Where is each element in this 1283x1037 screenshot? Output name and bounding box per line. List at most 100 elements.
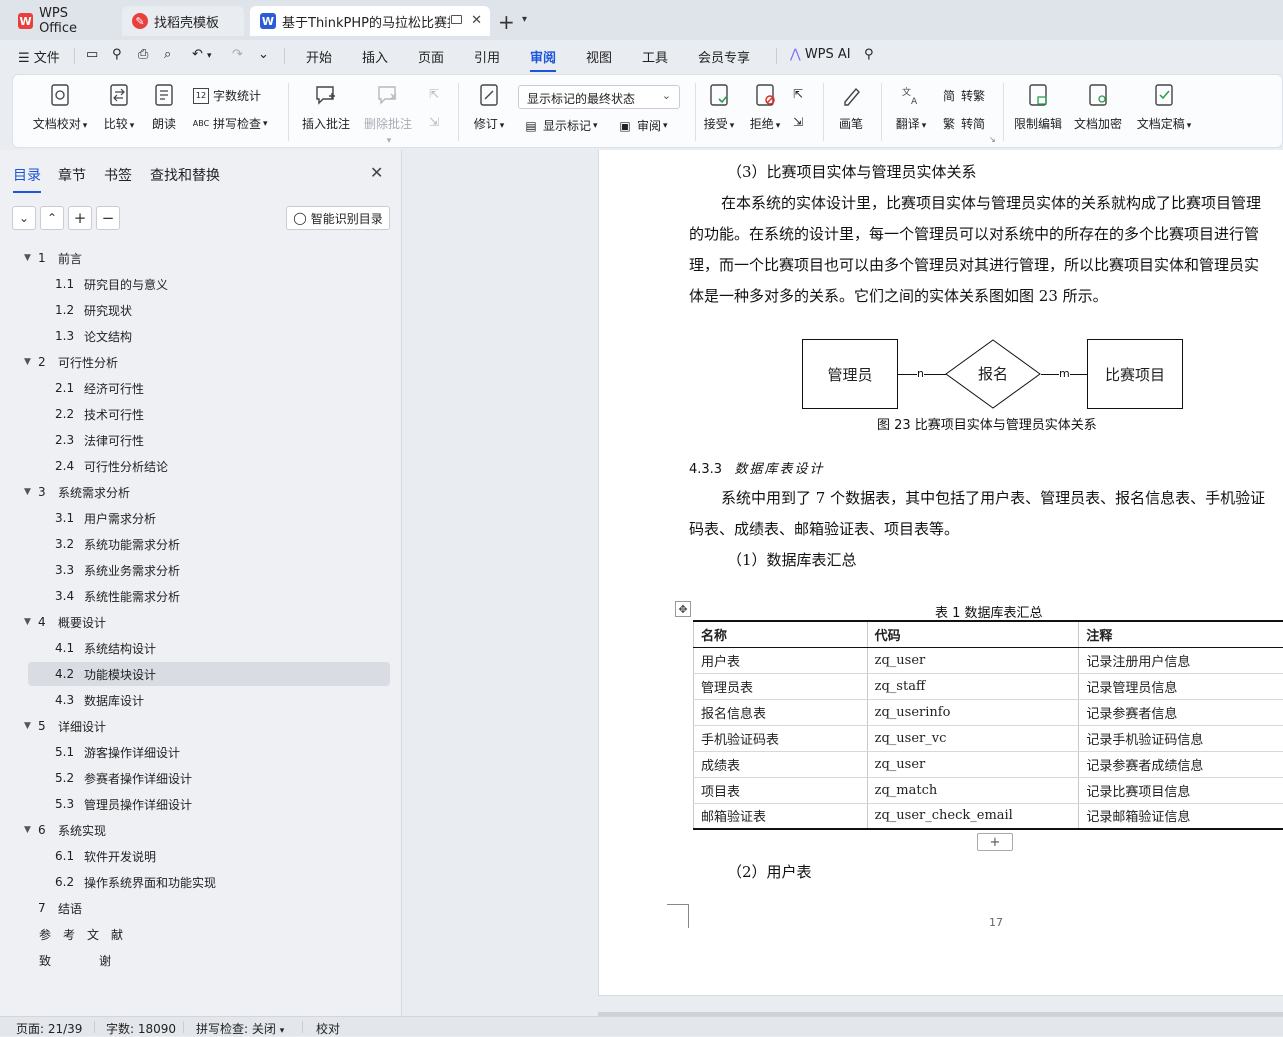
- toc-item[interactable]: 4.2功能模块设计: [28, 662, 390, 686]
- tab-bookmarks[interactable]: 书签: [104, 165, 132, 185]
- table-row[interactable]: 手机验证码表zq_user_vc记录手机验证码信息: [694, 725, 1283, 751]
- table-cell[interactable]: zq_user: [867, 751, 1079, 777]
- table-cell[interactable]: 报名信息表: [694, 699, 868, 725]
- collapse-up-button[interactable]: ⌃: [40, 206, 64, 230]
- toc-item[interactable]: 2.2技术可行性: [28, 402, 390, 426]
- table-cell[interactable]: 成绩表: [694, 751, 868, 777]
- tab-sections[interactable]: 章节: [58, 165, 86, 185]
- table-cell[interactable]: 邮箱验证表: [694, 803, 868, 829]
- toc-item[interactable]: 3.1用户需求分析: [28, 506, 390, 530]
- next-comment-icon[interactable]: ⇲: [429, 115, 439, 129]
- toc-item[interactable]: ▼2可行性分析: [28, 350, 390, 374]
- doc-check-button[interactable]: 文档校对▾: [29, 83, 91, 132]
- toc-item[interactable]: 6.2操作系统界面和功能实现: [28, 870, 390, 894]
- chevron-down-icon[interactable]: ▾: [522, 14, 527, 25]
- previous-change-icon[interactable]: ⇱: [793, 87, 803, 101]
- table-cell[interactable]: 记录参赛者成绩信息: [1079, 751, 1283, 777]
- table-cell[interactable]: zq_user_vc: [867, 725, 1079, 751]
- print-icon[interactable]: ⎙: [138, 47, 148, 62]
- toc-item[interactable]: ▼5详细设计: [28, 714, 390, 738]
- menu-view[interactable]: 视图: [586, 47, 612, 66]
- toc-item[interactable]: 3.4系统性能需求分析: [28, 584, 390, 608]
- tab-current-document[interactable]: W 基于ThinkPHP的马拉松比赛报 ✕: [250, 6, 490, 36]
- table-cell[interactable]: 记录邮箱验证信息: [1079, 803, 1283, 829]
- menu-review[interactable]: 审阅: [530, 47, 556, 66]
- chevron-down-icon[interactable]: ⌄: [258, 47, 269, 62]
- toc-item[interactable]: 2.3法律可行性: [28, 428, 390, 452]
- toc-item[interactable]: 3.3系统业务需求分析: [28, 558, 390, 582]
- insert-comment-button[interactable]: 插入批注: [301, 83, 351, 132]
- table-cell[interactable]: 记录管理员信息: [1079, 673, 1283, 699]
- expand-triangle-icon[interactable]: ▼: [24, 253, 31, 263]
- toc-item[interactable]: 参 考 文 献: [28, 922, 390, 946]
- menu-page[interactable]: 页面: [418, 47, 444, 66]
- toc-item[interactable]: 4.3数据库设计: [28, 688, 390, 712]
- tab-toc[interactable]: 目录: [13, 165, 41, 185]
- table-row[interactable]: 用户表zq_user记录注册用户信息: [694, 647, 1283, 673]
- document-page[interactable]: （3）比赛项目实体与管理员实体关系 在本系统的实体设计里，比赛项目实体与管理员实…: [598, 150, 1283, 996]
- table-cell[interactable]: 记录比赛项目信息: [1079, 777, 1283, 803]
- table-cell[interactable]: zq_match: [867, 777, 1079, 803]
- table-cell[interactable]: 手机验证码表: [694, 725, 868, 751]
- table-row[interactable]: 项目表zq_match记录比赛项目信息: [694, 777, 1283, 803]
- toc-item[interactable]: 2.4可行性分析结论: [28, 454, 390, 478]
- table-header-cell[interactable]: 名称: [694, 621, 868, 647]
- to-simplified-button[interactable]: 繁转简: [941, 115, 985, 132]
- smart-toc-button[interactable]: ◯智能识别目录: [286, 206, 390, 230]
- add-level-button[interactable]: +: [68, 206, 92, 230]
- table-row[interactable]: 报名信息表zq_userinfo记录参赛者信息: [694, 699, 1283, 725]
- redo-icon[interactable]: ↷: [232, 47, 243, 62]
- monitor-icon[interactable]: [451, 15, 462, 24]
- toc-item[interactable]: 5.2参赛者操作详细设计: [28, 766, 390, 790]
- proofread-status[interactable]: 校对: [316, 1020, 340, 1037]
- toc-item[interactable]: ▼4概要设计: [28, 610, 390, 634]
- next-change-icon[interactable]: ⇲: [793, 115, 803, 129]
- tab-find-replace[interactable]: 查找和替换: [150, 165, 220, 185]
- table-row[interactable]: 成绩表zq_user记录参赛者成绩信息: [694, 751, 1283, 777]
- delete-comment-button[interactable]: 删除批注▾: [361, 83, 415, 146]
- wps-ai-button[interactable]: ⋀ WPS AI: [790, 47, 851, 62]
- table-cell[interactable]: zq_user_check_email: [867, 803, 1079, 829]
- toc-item[interactable]: 6.1软件开发说明: [28, 844, 390, 868]
- table-row[interactable]: 管理员表zq_staff记录管理员信息: [694, 673, 1283, 699]
- expand-triangle-icon[interactable]: ▼: [24, 487, 31, 497]
- finalize-button[interactable]: 文档定稿▾: [1133, 83, 1195, 132]
- table-cell[interactable]: 管理员表: [694, 673, 868, 699]
- menu-member[interactable]: 会员专享: [698, 47, 750, 66]
- menu-references[interactable]: 引用: [474, 47, 500, 66]
- toc-item[interactable]: 5.1游客操作详细设计: [28, 740, 390, 764]
- page-indicator[interactable]: 页面: 21/39: [16, 1020, 82, 1037]
- toc-item[interactable]: 4.1系统结构设计: [28, 636, 390, 660]
- database-tables-table[interactable]: 名称代码注释 用户表zq_user记录注册用户信息管理员表zq_staff记录管…: [693, 620, 1283, 830]
- read-aloud-button[interactable]: 朗读: [149, 83, 179, 132]
- menu-tools[interactable]: 工具: [642, 47, 668, 66]
- table-cell[interactable]: zq_staff: [867, 673, 1079, 699]
- reject-button[interactable]: 拒绝▾: [747, 83, 783, 132]
- table-cell[interactable]: 记录参赛者信息: [1079, 699, 1283, 725]
- toc-item[interactable]: 致 谢: [28, 948, 390, 972]
- previous-comment-icon[interactable]: ⇱: [429, 87, 439, 101]
- table-header-cell[interactable]: 代码: [867, 621, 1079, 647]
- word-count-button[interactable]: 12字数统计: [193, 87, 261, 104]
- toc-item[interactable]: 1.3论文结构: [28, 324, 390, 348]
- expand-triangle-icon[interactable]: ▼: [24, 721, 31, 731]
- toc-item[interactable]: 7结语: [28, 896, 390, 920]
- table-cell[interactable]: 项目表: [694, 777, 868, 803]
- table-cell[interactable]: zq_user: [867, 647, 1079, 673]
- pen-button[interactable]: 画笔: [835, 83, 867, 132]
- table-cell[interactable]: 用户表: [694, 647, 868, 673]
- new-tab-plus-icon[interactable]: +: [498, 10, 515, 34]
- add-row-button[interactable]: +: [977, 833, 1013, 851]
- toc-item[interactable]: 5.3管理员操作详细设计: [28, 792, 390, 816]
- accept-button[interactable]: 接受▾: [701, 83, 737, 132]
- table-header-cell[interactable]: 注释: [1079, 621, 1283, 647]
- expand-corner-icon[interactable]: ↘: [989, 135, 996, 144]
- markup-state-select[interactable]: 显示标记的最终状态⌄: [518, 85, 680, 109]
- to-traditional-button[interactable]: 简转繁: [941, 87, 985, 104]
- expand-triangle-icon[interactable]: ▼: [24, 825, 31, 835]
- word-count-status[interactable]: 字数: 18090: [106, 1020, 176, 1037]
- tab-docer-templates[interactable]: ✎ 找稻壳模板: [122, 6, 244, 36]
- share-link-icon[interactable]: ⚲: [112, 47, 122, 62]
- expand-triangle-icon[interactable]: ▼: [24, 617, 31, 627]
- undo-icon[interactable]: ↶ ▾: [192, 47, 212, 62]
